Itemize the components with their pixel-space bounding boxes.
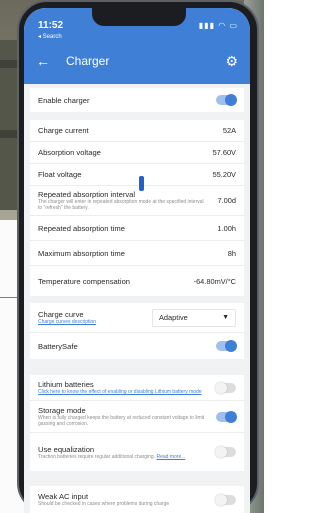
equalization-description-text: Traction batteries require regular addit… — [38, 453, 156, 460]
charge-current-value: 52A — [222, 126, 236, 135]
repeated-absorption-time-label: Repeated absorption time — [38, 223, 125, 233]
charge-curve-select[interactable]: Adaptive ▼ — [152, 308, 236, 327]
battery-safe-row[interactable]: BatterySafe — [30, 333, 244, 359]
weak-ac-input-label: Weak AC input — [38, 492, 89, 501]
toggle-knob — [225, 340, 237, 352]
repeated-absorption-interval-description: The charger will enter in repeated absor… — [38, 199, 204, 211]
charger-values-card: Charge current 52A Absorption voltage 57… — [30, 120, 244, 296]
storage-mode-description: When is fully charged keeps the battery … — [38, 415, 205, 427]
toggle-knob — [225, 410, 237, 423]
charge-curve-label: Charge curve — [38, 310, 84, 319]
float-voltage-value: 55.20V — [212, 170, 236, 179]
temperature-compensation-value: -64.80mV/°C — [193, 276, 236, 286]
toggle-knob — [225, 94, 237, 106]
battery-safe-label: BatterySafe — [38, 341, 78, 351]
battery-safe-toggle[interactable] — [216, 340, 237, 352]
charge-curve-card: Charge curve Charge curves description A… — [30, 303, 244, 359]
back-arrow-icon[interactable]: ← — [36, 53, 50, 69]
storage-mode-toggle[interactable] — [216, 410, 237, 423]
float-voltage-label: Float voltage — [38, 170, 82, 179]
battery-icon: ▭ — [229, 21, 238, 30]
settings-content: Enable charger Charge current 52A Absorp… — [24, 84, 250, 513]
status-back-to-app[interactable]: ◂ Search — [38, 33, 62, 40]
charge-current-label: Charge current — [38, 126, 89, 135]
toggle-knob — [215, 381, 227, 394]
phone-screen: 11:52 ◂ Search ▮▮▮ ◠ ▭ ← Charger ⚙ Enabl… — [24, 8, 250, 513]
absorption-voltage-value: 57.60V — [212, 148, 236, 157]
weak-ac-input-toggle[interactable] — [215, 493, 236, 506]
battery-options-card: Lithium batteries Click here to know the… — [30, 375, 244, 471]
phone-notch — [92, 8, 186, 26]
toggle-knob — [215, 446, 227, 458]
enable-charger-card: Enable charger — [30, 88, 244, 112]
lithium-batteries-label: Lithium batteries — [38, 380, 94, 389]
page-title: Charger — [66, 54, 110, 68]
maximum-absorption-time-value: 8h — [227, 248, 236, 258]
equalization-read-more-link[interactable]: Read more... — [157, 454, 186, 460]
temperature-compensation-label: Temperature compensation — [38, 276, 131, 286]
charge-curve-row: Charge curve Charge curves description A… — [30, 303, 244, 333]
status-icons: ▮▮▮ ◠ ▭ — [199, 21, 238, 30]
float-voltage-row[interactable]: Float voltage 55.20V — [30, 164, 244, 186]
lithium-batteries-toggle[interactable] — [215, 381, 236, 394]
absorption-voltage-row[interactable]: Absorption voltage 57.60V — [30, 142, 244, 164]
repeated-absorption-interval-row[interactable]: Repeated absorption interval The charger… — [30, 186, 244, 216]
equalization-label: Use equalization — [38, 444, 95, 454]
status-time: 11:52 — [38, 20, 64, 31]
equalization-toggle[interactable] — [215, 446, 236, 458]
equalization-row[interactable]: Use equalization Traction batteries requ… — [30, 433, 244, 471]
float-voltage-cursor-handle[interactable] — [139, 176, 144, 191]
equalization-description: Traction batteries require regular addit… — [38, 454, 208, 460]
maximum-absorption-time-label: Maximum absorption time — [38, 248, 125, 258]
weak-ac-input-row[interactable]: Weak AC input Should be checked in cases… — [30, 486, 244, 513]
weak-ac-card: Weak AC input Should be checked in cases… — [30, 486, 244, 513]
repeated-absorption-interval-value: 7.00d — [217, 196, 237, 205]
signal-icon: ▮▮▮ — [198, 21, 215, 30]
enable-charger-row[interactable]: Enable charger — [30, 88, 244, 112]
absorption-voltage-label: Absorption voltage — [38, 148, 101, 157]
toggle-knob — [215, 493, 227, 506]
repeated-absorption-time-row[interactable]: Repeated absorption time 1.00h — [30, 216, 244, 241]
charge-curves-description-link[interactable]: Charge curves description — [38, 319, 96, 325]
weak-ac-input-description: Should be checked in cases where problem… — [38, 501, 170, 507]
maximum-absorption-time-row[interactable]: Maximum absorption time 8h — [30, 241, 244, 266]
storage-mode-row[interactable]: Storage mode When is fully charged keeps… — [30, 401, 244, 433]
repeated-absorption-interval-label: Repeated absorption interval — [38, 190, 136, 199]
temperature-compensation-row[interactable]: Temperature compensation -64.80mV/°C — [30, 266, 244, 296]
lithium-batteries-link[interactable]: Click here to know the effect of enablin… — [38, 389, 208, 395]
gear-icon[interactable]: ⚙ — [225, 53, 238, 70]
app-bar: 11:52 ◂ Search ▮▮▮ ◠ ▭ ← Charger ⚙ — [24, 8, 250, 84]
repeated-absorption-time-value: 1.00h — [217, 223, 237, 233]
charge-current-row[interactable]: Charge current 52A — [30, 120, 244, 142]
wifi-icon: ◠ — [218, 21, 227, 30]
storage-mode-label: Storage mode — [38, 406, 86, 415]
charge-curve-selected: Adaptive — [159, 313, 188, 322]
enable-charger-toggle[interactable] — [216, 94, 237, 106]
enable-charger-label: Enable charger — [38, 95, 90, 105]
lithium-batteries-row[interactable]: Lithium batteries Click here to know the… — [30, 375, 244, 401]
chevron-down-icon: ▼ — [222, 314, 229, 321]
